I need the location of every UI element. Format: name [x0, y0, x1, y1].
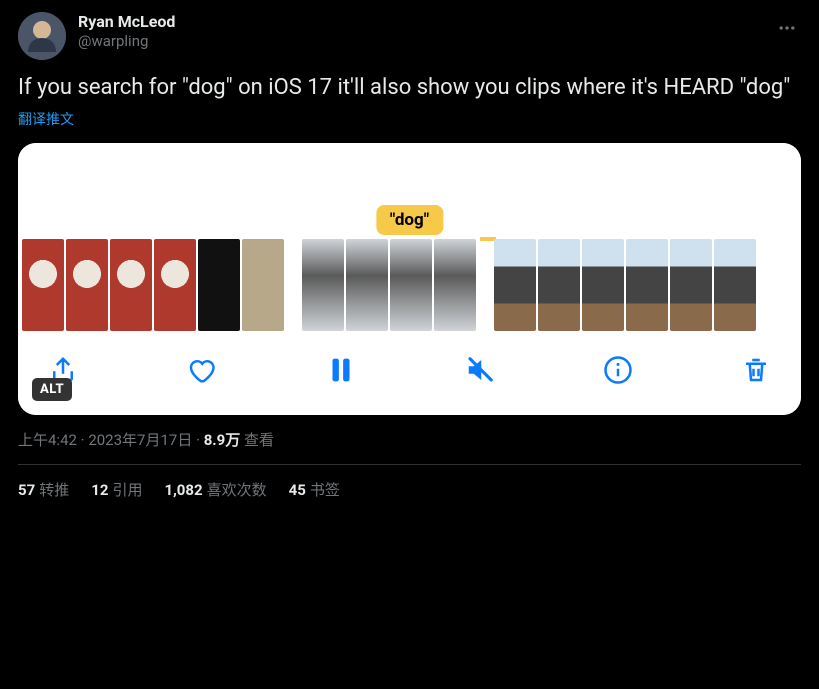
display-name[interactable]: Ryan McLeod — [78, 12, 175, 32]
likes-stat[interactable]: 1,082 喜欢次数 — [164, 479, 266, 500]
views-label: 查看 — [244, 431, 274, 449]
retweets-count: 57 — [18, 481, 35, 499]
info-button[interactable] — [603, 355, 633, 385]
clip-thumbnail[interactable] — [154, 239, 196, 331]
retweets-stat[interactable]: 57转推 — [18, 479, 69, 500]
translate-link[interactable]: 翻译推文 — [18, 109, 74, 129]
retweets-label: 转推 — [39, 481, 69, 499]
clip-thumbnail[interactable] — [626, 239, 668, 331]
clip-thumbnail[interactable] — [582, 239, 624, 331]
clip-thumbnail[interactable] — [66, 239, 108, 331]
search-term-badge: "dog" — [376, 205, 443, 235]
pause-button[interactable] — [324, 353, 358, 387]
clip-thumbnail[interactable] — [390, 239, 432, 331]
author-block: Ryan McLeod @warpling — [78, 12, 175, 51]
media-toolbar — [18, 331, 801, 415]
clip-thumbnail[interactable] — [198, 239, 240, 331]
bookmarks-stat[interactable]: 45书签 — [289, 479, 340, 500]
bookmarks-count: 45 — [289, 481, 306, 499]
avatar[interactable] — [18, 12, 66, 60]
stats-row: 57转推 12引用 1,082 喜欢次数 45书签 — [18, 479, 801, 500]
clip-thumbnail[interactable] — [242, 239, 284, 331]
clip-group — [302, 239, 476, 331]
tweet-date[interactable]: 2023年7月17日 — [88, 431, 192, 449]
quotes-stat[interactable]: 12引用 — [91, 479, 142, 500]
more-options-button[interactable] — [773, 14, 801, 46]
mute-button[interactable] — [465, 355, 495, 385]
alt-badge[interactable]: ALT — [32, 378, 72, 401]
tweet-meta: 上午4:42 · 2023年7月17日 · 8.9万 查看 — [18, 429, 801, 450]
bookmarks-label: 书签 — [310, 481, 340, 499]
delete-button[interactable] — [741, 355, 771, 385]
clip-thumbnail[interactable] — [110, 239, 152, 331]
quotes-label: 引用 — [112, 481, 142, 499]
tweet-text: If you search for "dog" on iOS 17 it'll … — [18, 74, 801, 103]
quotes-count: 12 — [91, 481, 108, 499]
clip-thumbnail[interactable] — [494, 239, 536, 331]
clip-thumbnail[interactable] — [346, 239, 388, 331]
clip-group — [22, 239, 284, 331]
clip-thumbnail[interactable] — [302, 239, 344, 331]
media-attachment[interactable]: "dog" — [18, 143, 801, 415]
clip-thumbnail[interactable] — [714, 239, 756, 331]
clip-group — [494, 239, 756, 331]
video-timeline-strip[interactable] — [18, 239, 801, 331]
like-button[interactable] — [186, 355, 216, 385]
divider — [18, 464, 801, 465]
likes-label: 喜欢次数 — [207, 481, 267, 499]
likes-count: 1,082 — [164, 481, 202, 499]
media-caption-area: "dog" — [18, 143, 801, 239]
clip-thumbnail[interactable] — [434, 239, 476, 331]
tweet-header: Ryan McLeod @warpling — [18, 12, 801, 60]
views-count: 8.9万 — [204, 431, 241, 449]
clip-thumbnail[interactable] — [22, 239, 64, 331]
handle[interactable]: @warpling — [78, 32, 175, 51]
clip-thumbnail[interactable] — [538, 239, 580, 331]
tweet-time[interactable]: 上午4:42 — [18, 431, 77, 449]
clip-thumbnail[interactable] — [670, 239, 712, 331]
